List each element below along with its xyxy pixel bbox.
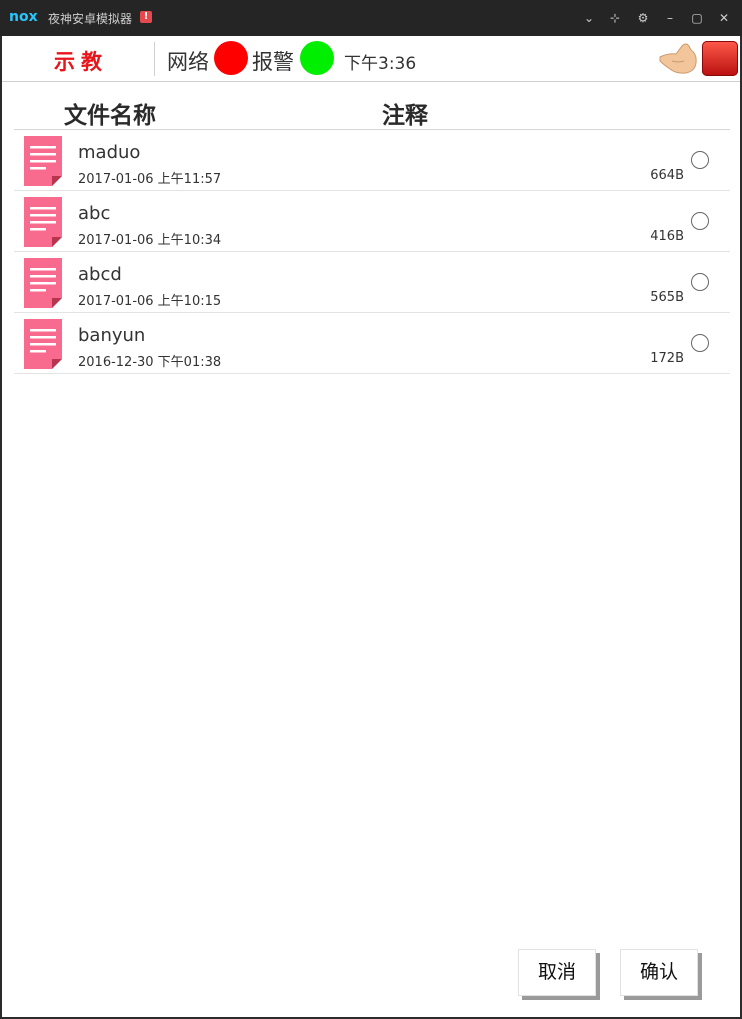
file-size: 664B — [650, 168, 684, 183]
document-icon — [24, 136, 62, 186]
header-filename: 文件名称 — [64, 103, 156, 129]
file-row[interactable]: banyun 2016-12-30 下午01:38 172B — [14, 313, 730, 374]
document-icon — [24, 197, 62, 247]
document-icon — [24, 258, 62, 308]
network-status-indicator — [214, 41, 248, 75]
close-icon[interactable]: ✕ — [715, 9, 733, 27]
file-name: abc — [78, 203, 111, 224]
confirm-button[interactable]: 确认 — [620, 949, 698, 996]
file-row[interactable]: abcd 2017-01-06 上午10:15 565B — [14, 252, 730, 313]
red-square-button[interactable] — [702, 41, 738, 76]
teach-mode-label[interactable]: 示教 — [54, 46, 108, 76]
file-date: 2017-01-06 上午10:34 — [78, 233, 222, 248]
file-name: banyun — [78, 325, 146, 346]
hand-icon[interactable] — [658, 41, 698, 77]
emulator-titlebar: nox 夜神安卓模拟器 ! ⌄ ⊹ ⚙ – ▢ ✕ — [0, 0, 742, 36]
settings-gear-icon[interactable]: ⚙ — [634, 9, 652, 27]
file-size: 565B — [650, 290, 684, 305]
select-radio[interactable] — [691, 334, 709, 352]
file-size: 416B — [650, 229, 684, 244]
window-title: 夜神安卓模拟器 — [48, 12, 133, 26]
alarm-label: 报警 — [252, 50, 294, 74]
cancel-button[interactable]: 取消 — [518, 949, 596, 996]
file-date: 2017-01-06 上午11:57 — [78, 172, 222, 187]
file-list: maduo 2017-01-06 上午11:57 664B abc 2017-0… — [14, 130, 730, 374]
header-note: 注释 — [382, 103, 428, 129]
alarm-status-indicator — [300, 41, 334, 75]
status-bar: 示教 网络 报警 下午3:36 — [2, 36, 740, 82]
document-icon — [24, 319, 62, 369]
file-row[interactable]: abc 2017-01-06 上午10:34 416B — [14, 191, 730, 252]
pin-icon[interactable]: ⊹ — [606, 9, 624, 27]
file-date: 2017-01-06 上午10:15 — [78, 294, 222, 309]
network-label: 网络 — [167, 50, 209, 74]
select-radio[interactable] — [691, 212, 709, 230]
select-radio[interactable] — [691, 151, 709, 169]
file-date: 2016-12-30 下午01:38 — [78, 355, 222, 370]
app-screen: 示教 网络 报警 下午3:36 文件名称 注释 maduo 2017-01-06… — [2, 36, 740, 1017]
file-size: 172B — [650, 351, 684, 366]
list-header: 文件名称 注释 — [2, 82, 740, 129]
maximize-icon[interactable]: ▢ — [688, 9, 706, 27]
file-name: abcd — [78, 264, 122, 285]
select-radio[interactable] — [691, 273, 709, 291]
clock: 下午3:36 — [344, 54, 417, 74]
menu-chevron-icon[interactable]: ⌄ — [580, 9, 598, 27]
file-name: maduo — [78, 142, 141, 163]
divider — [154, 42, 155, 76]
file-row[interactable]: maduo 2017-01-06 上午11:57 664B — [14, 130, 730, 191]
nox-logo: nox — [9, 9, 38, 25]
minimize-icon[interactable]: – — [661, 9, 679, 27]
warning-icon[interactable]: ! — [140, 11, 152, 23]
